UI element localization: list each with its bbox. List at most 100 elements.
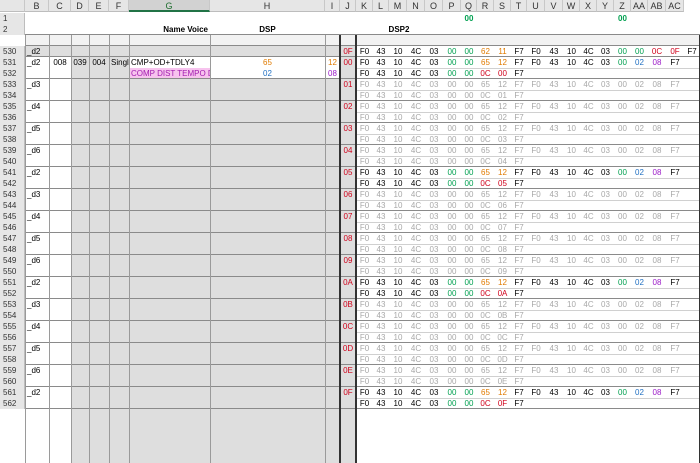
midi-byte-cell[interactable]: 00 (614, 233, 631, 244)
column-header-ab[interactable]: AB (648, 0, 666, 12)
midi-byte-cell[interactable]: 10 (563, 189, 580, 200)
dsp-index-cell[interactable]: 08 (340, 233, 356, 244)
midi-byte-cell[interactable]: 08 (648, 79, 666, 90)
midi-byte-cell[interactable]: 12 (494, 321, 511, 332)
channel-suffix-cell[interactable]: _d3 (25, 299, 49, 310)
dsp2-marker-left[interactable]: 00 (461, 13, 477, 24)
channel-suffix-cell[interactable]: _d5 (25, 233, 49, 244)
dsp-index-cell[interactable]: 0F (340, 387, 356, 398)
midi-byte-cell[interactable]: F0 (527, 145, 545, 156)
midi-byte-cell[interactable]: 03 (425, 365, 443, 376)
midi-byte-cell[interactable]: 4C (580, 233, 597, 244)
midi-byte-cell[interactable]: 10 (563, 299, 580, 310)
midi-byte-cell[interactable]: 10 (389, 255, 407, 266)
row-header-556[interactable]: 556 (0, 332, 25, 343)
midi-byte-cell[interactable]: 00 (614, 79, 631, 90)
midi-byte-cell[interactable]: 43 (373, 255, 389, 266)
select-all-corner[interactable] (0, 0, 25, 12)
midi-byte-cell[interactable]: 00 (443, 365, 461, 376)
midi-byte-cell[interactable]: 10 (563, 365, 580, 376)
midi-byte-cell[interactable]: 00 (461, 123, 477, 134)
channel-suffix-cell[interactable]: _d2 (25, 277, 49, 288)
midi-byte-cell[interactable]: 4C (580, 189, 597, 200)
midi-byte-cell[interactable]: F7 (511, 343, 527, 354)
midi-byte-cell[interactable]: 65 (477, 167, 494, 178)
row-header-537[interactable]: 537 (0, 123, 25, 134)
midi-byte-cell[interactable]: F7 (666, 255, 684, 266)
midi-byte-cell[interactable]: F7 (511, 167, 527, 178)
midi-byte-cell[interactable]: 03 (425, 343, 443, 354)
midi-byte-cell[interactable]: F7 (511, 101, 527, 112)
midi-byte-cell[interactable]: 02 (631, 211, 648, 222)
midi-byte-cell[interactable]: 65 (477, 211, 494, 222)
midi-byte-cell[interactable]: F0 (527, 101, 545, 112)
midi-byte-cell[interactable]: 65 (477, 343, 494, 354)
midi-byte-cell[interactable]: 00 (461, 277, 477, 288)
column-header-aa[interactable]: AA (631, 0, 648, 12)
midi-byte-cell[interactable]: 12 (494, 145, 511, 156)
midi-byte-cell[interactable]: 00 (443, 211, 461, 222)
row-header-552[interactable]: 552 (0, 288, 25, 299)
midi-byte-cell[interactable]: 03 (597, 343, 614, 354)
midi-byte-cell[interactable]: 43 (373, 145, 389, 156)
midi-byte-cell[interactable]: 10 (389, 145, 407, 156)
dsp-param-h-cell[interactable]: 65 (210, 57, 325, 68)
column-header-w[interactable]: W (563, 0, 580, 12)
midi-byte-cell[interactable]: 4C (407, 167, 425, 178)
midi-byte-cell[interactable]: 65 (477, 233, 494, 244)
midi-byte-cell[interactable]: 00 (461, 299, 477, 310)
dsp-index-cell[interactable]: 01 (340, 79, 356, 90)
midi-byte-cell[interactable]: 00 (614, 145, 631, 156)
row-header-1[interactable]: 1 (0, 13, 25, 24)
midi-byte-cell[interactable]: 00 (614, 365, 631, 376)
midi-byte-cell[interactable]: 00 (443, 167, 461, 178)
midi-byte-cell[interactable]: 4C (407, 233, 425, 244)
midi-byte-cell[interactable]: 03 (597, 255, 614, 266)
midi-byte-cell[interactable]: 12 (494, 123, 511, 134)
channel-suffix-cell[interactable]: _d2 (25, 57, 49, 68)
midi-byte-cell[interactable]: 00 (443, 79, 461, 90)
midi-byte-cell[interactable]: 65 (477, 365, 494, 376)
midi-byte-cell[interactable]: F7 (511, 79, 527, 90)
midi-byte-cell[interactable]: 03 (597, 145, 614, 156)
column-header-k[interactable]: K (356, 0, 373, 12)
midi-byte-cell[interactable]: 12 (494, 255, 511, 266)
midi-byte-cell[interactable]: F0 (527, 211, 545, 222)
midi-byte-cell[interactable]: 02 (631, 79, 648, 90)
row-header-545[interactable]: 545 (0, 211, 25, 222)
midi-byte-cell[interactable]: 03 (597, 321, 614, 332)
midi-byte-cell[interactable]: 10 (563, 255, 580, 266)
midi-byte-cell[interactable]: 00 (443, 299, 461, 310)
midi-byte-cell[interactable]: 4C (580, 321, 597, 332)
column-header-v[interactable]: V (545, 0, 563, 12)
midi-byte-cell[interactable]: 4C (407, 299, 425, 310)
midi-byte-cell[interactable]: 10 (389, 123, 407, 134)
column-header-c[interactable]: C (49, 0, 71, 12)
channel-suffix-cell[interactable]: _d5 (25, 123, 49, 134)
midi-byte-cell[interactable]: 10 (563, 123, 580, 134)
voice-name-cell[interactable]: SingleCoilClean (109, 57, 129, 68)
midi-byte-cell[interactable]: 12 (494, 167, 511, 178)
midi-byte-cell[interactable]: 12 (494, 211, 511, 222)
midi-byte-cell[interactable]: 43 (545, 277, 563, 288)
dsp-param-i-cell[interactable]: 12 (325, 57, 340, 68)
midi-byte-cell[interactable]: 03 (597, 365, 614, 376)
row-header-548[interactable]: 548 (0, 244, 25, 255)
midi-byte-cell[interactable]: 00 (614, 101, 631, 112)
column-header-l[interactable]: L (373, 0, 389, 12)
midi-byte-cell[interactable]: F7 (666, 233, 684, 244)
row-header-549[interactable]: 549 (0, 255, 25, 266)
midi-byte-cell[interactable]: 03 (597, 167, 614, 178)
row-header-559[interactable]: 559 (0, 365, 25, 376)
midi-byte-cell[interactable]: 03 (425, 123, 443, 134)
row-header-539[interactable]: 539 (0, 145, 25, 156)
midi-byte-cell[interactable]: F0 (527, 233, 545, 244)
dsp-index-cell[interactable]: 02 (340, 101, 356, 112)
midi-byte-cell[interactable]: 4C (580, 123, 597, 134)
row-header-562[interactable]: 562 (0, 398, 25, 409)
midi-byte-cell[interactable]: 00 (443, 101, 461, 112)
midi-byte-cell[interactable]: 00 (443, 255, 461, 266)
midi-byte-cell[interactable]: F0 (527, 277, 545, 288)
midi-byte-cell[interactable]: 08 (648, 343, 666, 354)
midi-byte-cell[interactable]: 43 (373, 79, 389, 90)
